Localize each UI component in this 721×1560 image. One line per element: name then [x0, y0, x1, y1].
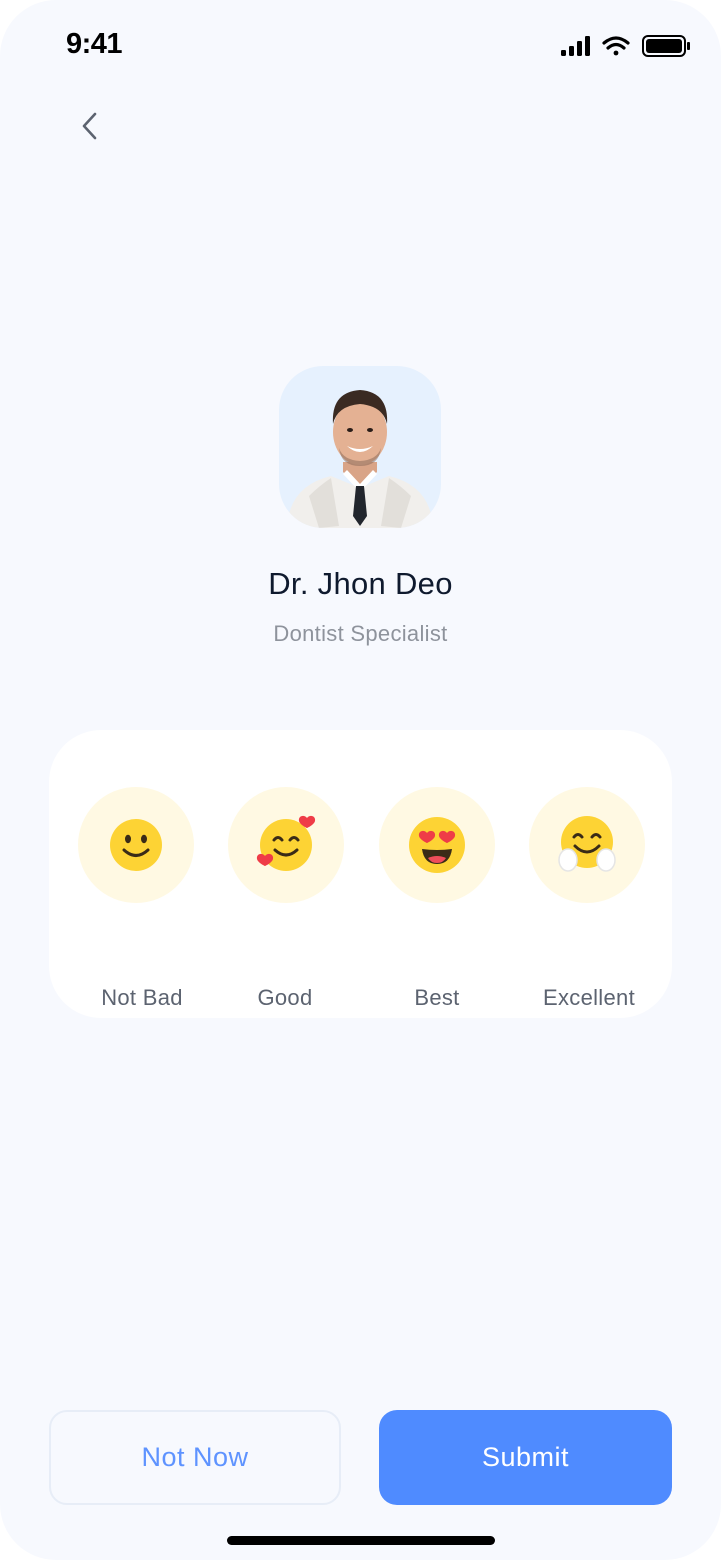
rating-label-excellent: Excellent [543, 985, 635, 1010]
status-icons [561, 35, 690, 57]
hugging-face-icon [558, 816, 616, 872]
rating-card: Not Bad Good Best Excellent [49, 730, 672, 1018]
chevron-left-icon [82, 112, 97, 140]
doctor-avatar [279, 366, 441, 528]
rating-label-not-bad: Not Bad [101, 985, 183, 1010]
rating-label-best: Best [414, 985, 460, 1010]
heart-eyes-face-icon [409, 817, 465, 873]
smiling-face-with-hearts-icon [256, 815, 316, 871]
battery-icon [642, 35, 690, 57]
not-now-button[interactable]: Not Now [49, 1410, 341, 1505]
doctor-name: Dr. Jhon Deo [268, 566, 453, 601]
slightly-smiling-face-icon [110, 819, 162, 871]
rating-label-good: Good [257, 985, 313, 1010]
status-time: 9:41 [66, 28, 123, 60]
wifi-icon [602, 36, 630, 56]
phone-screen: 9:41 Dr. Jhon Deo Dontist Specialist Not… [0, 0, 721, 1560]
doctor-portrait [287, 390, 433, 528]
signal-icon [561, 36, 590, 56]
doctor-specialty: Dontist Specialist [273, 621, 448, 646]
back-button[interactable] [62, 98, 118, 154]
home-indicator [227, 1536, 495, 1545]
submit-button[interactable]: Submit [379, 1410, 672, 1505]
